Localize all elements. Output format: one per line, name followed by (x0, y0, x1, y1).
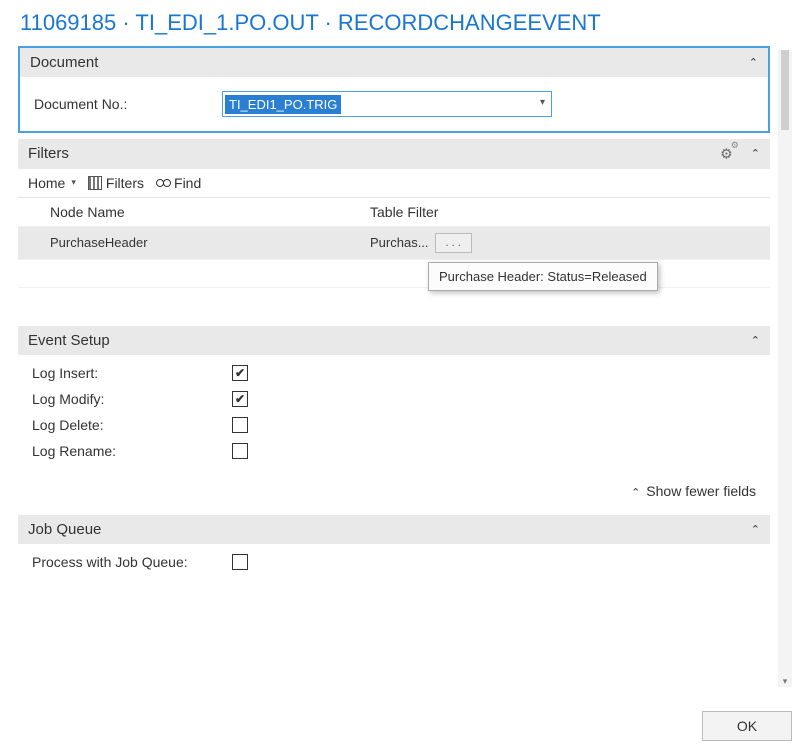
grid-header-row: Node Name Table Filter (18, 198, 770, 227)
table-row[interactable]: PurchaseHeader Purchas... . . . (18, 227, 770, 260)
page-title: 11069185 · TI_EDI_1.PO.OUT · RECORDCHANG… (0, 0, 800, 40)
doc-no-value: TI_EDI1_PO.TRIG (225, 95, 341, 114)
chevron-up-icon: ⌃ (631, 487, 640, 499)
job-queue-header-label: Job Queue (28, 521, 101, 538)
log-rename-checkbox[interactable] (232, 443, 248, 459)
vertical-scrollbar[interactable]: ▾ (778, 50, 792, 687)
tooltip: Purchase Header: Status=Released (428, 262, 658, 291)
log-delete-label: Log Delete: (32, 417, 232, 433)
chevron-down-icon: ▾ (71, 177, 76, 188)
log-modify-checkbox[interactable]: ✔ (232, 391, 248, 407)
document-panel: Document ⌃ Document No.: TI_EDI1_PO.TRIG… (18, 46, 770, 133)
scroll-down-icon: ▾ (778, 676, 792, 687)
ok-button[interactable]: OK (702, 711, 792, 741)
show-fewer-label: Show fewer fields (646, 483, 756, 499)
home-menu[interactable]: Home ▾ (28, 175, 76, 191)
col-table-filter[interactable]: Table Filter (370, 204, 760, 220)
filters-header-label: Filters (28, 145, 69, 162)
gear-icon[interactable]: ⚙⚙ (720, 145, 741, 163)
log-insert-checkbox[interactable]: ✔ (232, 365, 248, 381)
filters-toolbar: Home ▾ Filters Find (18, 169, 770, 197)
log-insert-label: Log Insert: (32, 365, 232, 381)
chevron-down-icon: ▾ (540, 97, 545, 108)
binoculars-icon (156, 176, 170, 190)
job-queue-header[interactable]: Job Queue ⌃ (18, 515, 770, 544)
chevron-up-icon: ⌃ (751, 147, 760, 160)
cell-node-name: PurchaseHeader (50, 235, 370, 250)
filters-label: Filters (106, 175, 144, 191)
find-label: Find (174, 175, 201, 191)
cell-table-filter: Purchas... (370, 235, 429, 250)
event-setup-header-label: Event Setup (28, 332, 110, 349)
show-fewer-fields[interactable]: ⌃ Show fewer fields (18, 475, 770, 509)
chevron-up-icon: ⌃ (751, 523, 760, 536)
grid-blank-row (18, 288, 770, 320)
process-job-queue-label: Process with Job Queue: (32, 554, 232, 570)
event-setup-header[interactable]: Event Setup ⌃ (18, 326, 770, 355)
log-modify-label: Log Modify: (32, 391, 232, 407)
event-setup-panel: Event Setup ⌃ Log Insert: ✔ Log Modify: … (18, 326, 770, 509)
filters-button[interactable]: Filters (88, 175, 144, 191)
job-queue-panel: Job Queue ⌃ Process with Job Queue: (18, 515, 770, 586)
chevron-up-icon: ⌃ (751, 334, 760, 347)
document-header-label: Document (30, 54, 98, 71)
grid-icon (88, 176, 102, 190)
col-node-name[interactable]: Node Name (50, 204, 370, 220)
process-job-queue-checkbox[interactable] (232, 554, 248, 570)
find-button[interactable]: Find (156, 175, 201, 191)
home-label: Home (28, 175, 65, 191)
log-delete-checkbox[interactable] (232, 417, 248, 433)
filters-panel-header[interactable]: Filters ⚙⚙ ⌃ (18, 139, 770, 169)
chevron-up-icon: ⌃ (749, 56, 758, 69)
doc-no-label: Document No.: (34, 96, 214, 112)
lookup-button[interactable]: . . . (435, 233, 472, 253)
document-panel-header[interactable]: Document ⌃ (20, 48, 768, 77)
doc-no-combo[interactable]: TI_EDI1_PO.TRIG ▾ (222, 91, 552, 117)
filters-panel: Filters ⚙⚙ ⌃ Home ▾ Filters Find Node Na… (18, 139, 770, 320)
log-rename-label: Log Rename: (32, 443, 232, 459)
filters-grid: Node Name Table Filter PurchaseHeader Pu… (18, 197, 770, 320)
